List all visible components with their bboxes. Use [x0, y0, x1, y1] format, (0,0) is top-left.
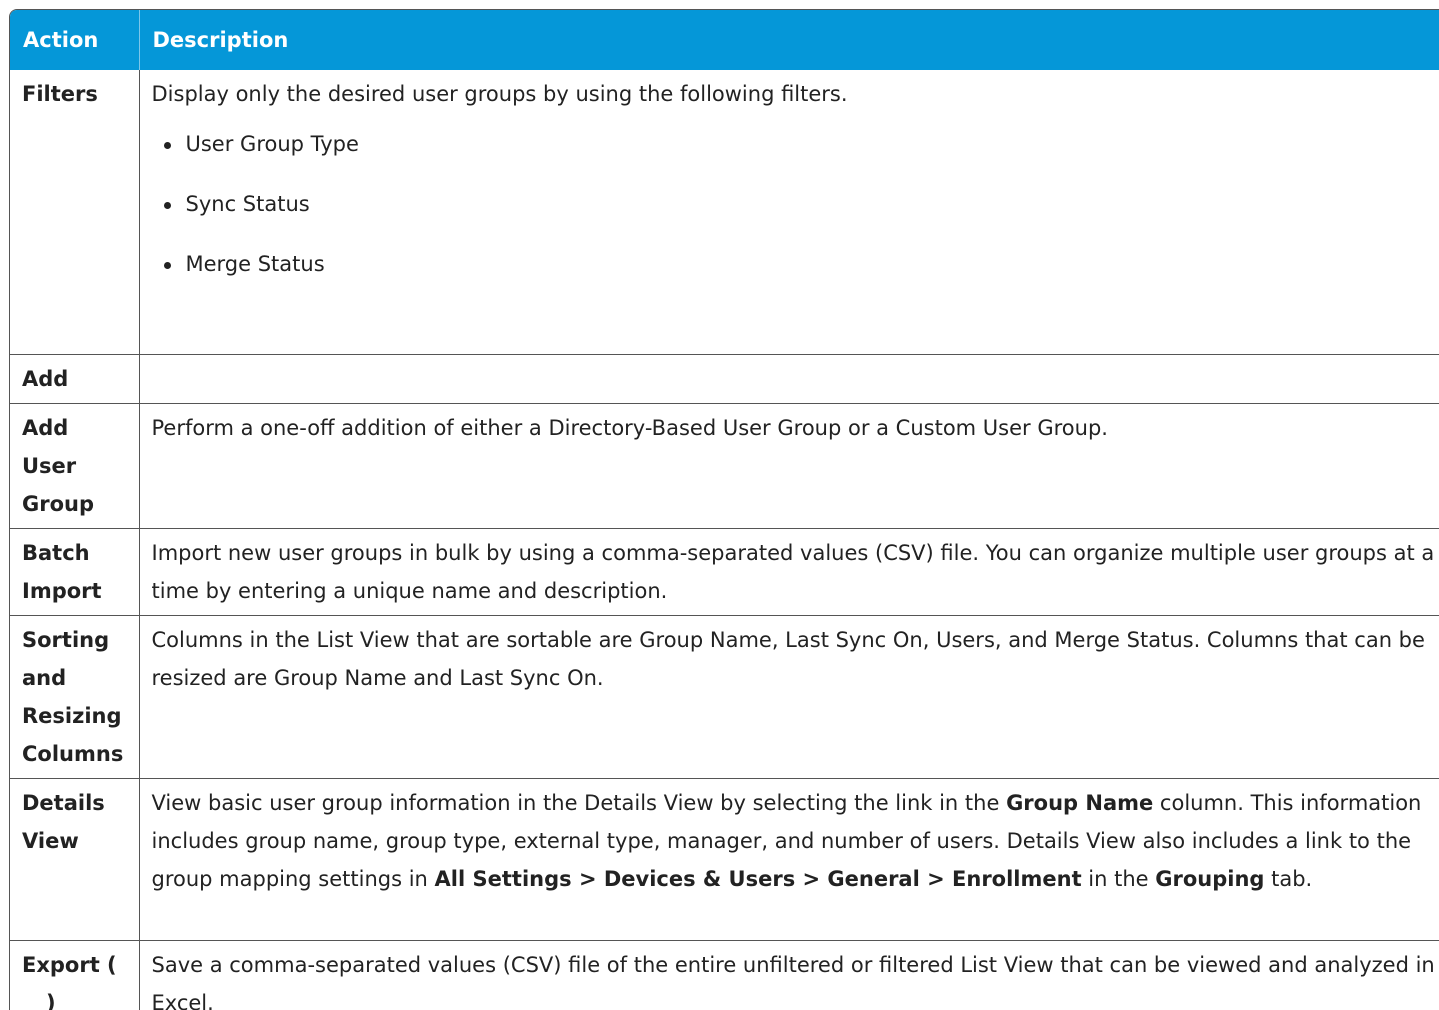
details-text: in the — [1082, 867, 1156, 891]
action-line-icon: ) — [22, 984, 126, 1010]
list-item: Merge Status — [164, 245, 1438, 283]
action-line: Import — [22, 572, 126, 610]
list-item: Sync Status — [164, 185, 1438, 223]
action-line: Add — [22, 409, 126, 447]
action-cell-export: Export ( ) — [10, 941, 139, 1010]
details-bold-group-name: Group Name — [1006, 791, 1153, 815]
action-cell-filters: Filters — [10, 70, 139, 355]
header-description: Description — [139, 10, 1439, 70]
action-line: Resizing — [22, 697, 126, 735]
description-cell-details-view: View basic user group information in the… — [139, 779, 1439, 941]
action-line: User — [22, 447, 126, 485]
details-bold-grouping: Grouping — [1155, 867, 1264, 891]
action-line: Export ( — [22, 946, 126, 984]
details-bold-settings-path: All Settings > Devices & Users > General… — [435, 867, 1082, 891]
action-cell-add-user-group: Add User Group — [10, 404, 139, 529]
description-cell-sorting: Columns in the List View that are sortab… — [139, 616, 1439, 779]
action-line: Batch — [22, 534, 126, 572]
filters-list: User Group Type Sync Status Merge Status — [152, 125, 1438, 283]
action-line: View — [22, 822, 126, 860]
table-row-add-user-group: Add User Group Perform a one-off additio… — [10, 404, 1439, 529]
action-line: Group — [22, 485, 126, 523]
table-header-row: Action Description — [10, 10, 1439, 70]
action-line: Sorting — [22, 621, 126, 659]
action-cell-sorting: Sorting and Resizing Columns — [10, 616, 139, 779]
export-icon — [22, 997, 42, 1010]
actions-table-container: Action Description Filters Display only … — [9, 9, 1439, 1010]
description-cell-add — [139, 355, 1439, 404]
description-cell-export: Save a comma-separated values (CSV) file… — [139, 941, 1439, 1010]
filters-description: Display only the desired user groups by … — [152, 75, 1438, 113]
description-cell-add-user-group: Perform a one-off addition of either a D… — [139, 404, 1439, 529]
export-paren: ) — [46, 991, 56, 1010]
action-line: Columns — [22, 735, 126, 773]
action-cell-add: Add — [10, 355, 139, 404]
action-cell-batch-import: Batch Import — [10, 529, 139, 616]
actions-table: Action Description Filters Display only … — [10, 10, 1439, 1010]
table-row-filters: Filters Display only the desired user gr… — [10, 70, 1439, 355]
action-line: Details — [22, 784, 126, 822]
action-line: and — [22, 659, 126, 697]
table-row-export: Export ( ) Save a comma-separated values… — [10, 941, 1439, 1010]
description-cell-filters: Display only the desired user groups by … — [139, 70, 1439, 355]
details-text: View basic user group information in the… — [152, 791, 1007, 815]
action-cell-details-view: Details View — [10, 779, 139, 941]
list-item: User Group Type — [164, 125, 1438, 163]
table-row-details-view: Details View View basic user group infor… — [10, 779, 1439, 941]
table-row-sorting: Sorting and Resizing Columns Columns in … — [10, 616, 1439, 779]
details-text: tab. — [1264, 867, 1312, 891]
table-row-add: Add — [10, 355, 1439, 404]
description-cell-batch-import: Import new user groups in bulk by using … — [139, 529, 1439, 616]
header-action: Action — [10, 10, 139, 70]
table-row-batch-import: Batch Import Import new user groups in b… — [10, 529, 1439, 616]
